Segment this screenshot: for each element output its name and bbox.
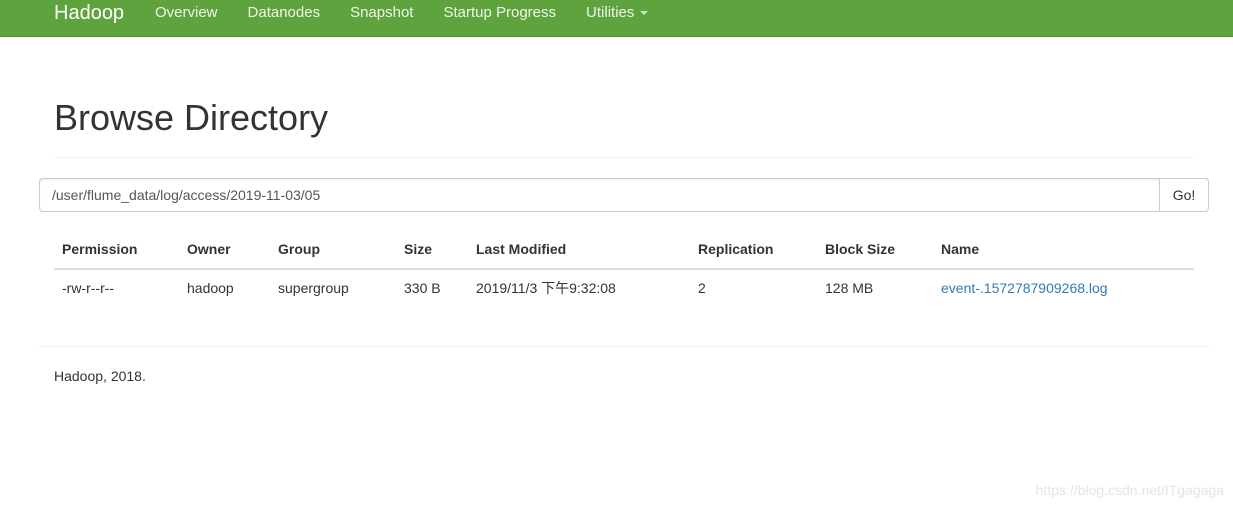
directory-listing-table: Permission Owner Group Size Last Modifie… [54,230,1194,306]
cell-last-modified: 2019/11/3 下午9:32:08 [476,280,616,296]
cell-owner: hadoop [187,280,234,296]
column-header-name[interactable]: Name [933,230,1194,270]
nav-menu: Overview Datanodes Snapshot Startup Prog… [140,0,663,26]
page: Hadoop Overview Datanodes Snapshot Start… [0,0,1233,509]
column-header-last-modified[interactable]: Last Modified [468,230,690,270]
nav-item-datanodes[interactable]: Datanodes [233,0,336,26]
nav-item-utilities-label: Utilities [586,4,635,21]
cell-permission: -rw-r--r-- [62,280,115,296]
watermark-text: https://blog.csdn.net/ITgagaga [1035,482,1224,498]
cell-replication: 2 [698,280,706,296]
cell-group: supergroup [278,280,349,296]
column-header-replication[interactable]: Replication [690,230,817,270]
nav-item-startup-progress[interactable]: Startup Progress [428,0,571,26]
column-header-block-size[interactable]: Block Size [817,230,933,270]
title-divider [54,157,1194,158]
column-header-owner[interactable]: Owner [179,230,270,270]
cell-size: 330 B [404,280,441,296]
column-header-group[interactable]: Group [270,230,396,270]
go-button[interactable]: Go! [1159,178,1209,212]
column-header-permission[interactable]: Permission [54,230,179,270]
page-title: Browse Directory [54,97,329,138]
table-row: -rw-r--r-- hadoop supergroup 330 B 2019/… [54,269,1194,306]
cell-name: event-.1572787909268.log [933,269,1194,306]
table-header-row: Permission Owner Group Size Last Modifie… [54,230,1194,270]
footer-text: Hadoop, 2018. [54,368,146,384]
top-navbar: Hadoop Overview Datanodes Snapshot Start… [0,0,1233,37]
directory-path-input[interactable] [39,178,1159,212]
footer-divider [39,346,1209,347]
brand-link[interactable]: Hadoop [54,0,124,26]
column-header-size[interactable]: Size [396,230,468,270]
path-input-group: Go! [39,178,1209,212]
caret-down-icon [640,11,649,16]
nav-item-overview[interactable]: Overview [140,0,233,26]
file-name-link[interactable]: event-.1572787909268.log [941,280,1108,296]
cell-block-size: 128 MB [825,280,874,296]
nav-item-utilities-dropdown[interactable]: Utilities [571,0,663,26]
nav-item-snapshot[interactable]: Snapshot [335,0,428,26]
